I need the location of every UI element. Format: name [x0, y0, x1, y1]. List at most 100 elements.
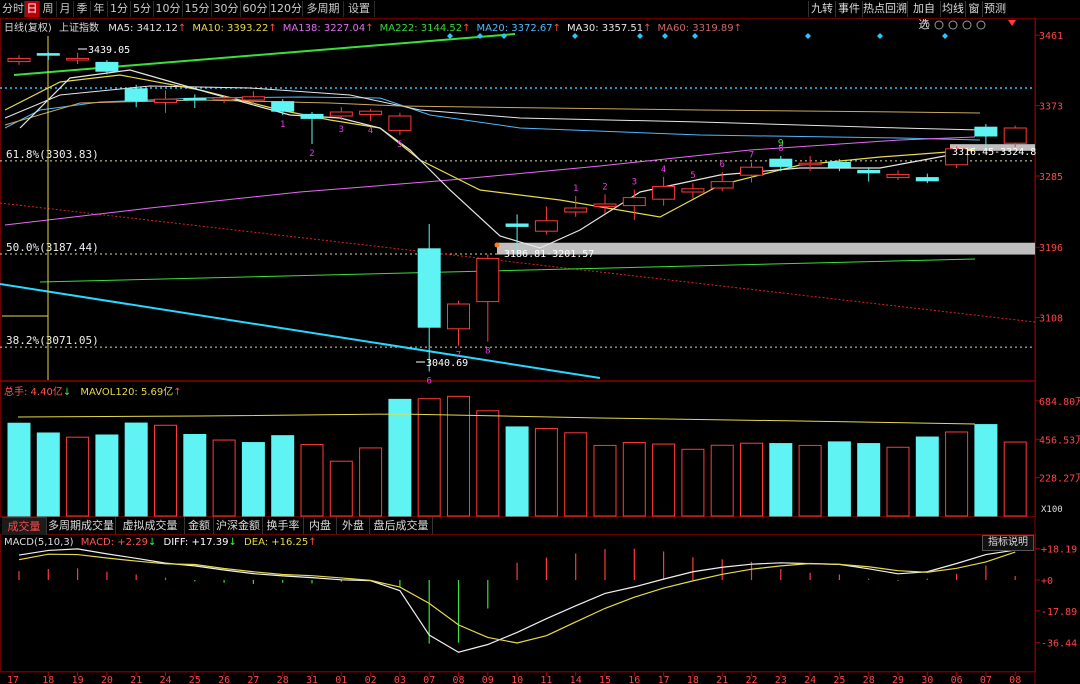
candle-body-0	[7, 57, 31, 63]
volume-bar-16	[476, 410, 500, 517]
macd-axis-label-0: +18.19	[1041, 545, 1077, 556]
date-label-26: 23	[775, 675, 787, 684]
date-label-21: 16	[628, 675, 640, 684]
candle-body-5	[154, 98, 177, 103]
volume-axis-label-2: 228.27万	[1039, 474, 1080, 485]
ma-arrow-0: ↑	[177, 23, 187, 34]
volume-bar-22	[652, 443, 676, 517]
ma-arrow-6: ↑	[733, 23, 742, 34]
date-label-28: 25	[833, 675, 845, 684]
dea-arrow: ↑	[308, 537, 317, 548]
volume-bar-4	[124, 422, 148, 517]
countup-label-1: 2	[602, 182, 607, 192]
volume-total: 总手: 4.40亿	[4, 387, 63, 398]
candle-body-18	[534, 220, 558, 232]
date-label-30: 29	[892, 675, 904, 684]
volume-bar-20	[593, 444, 617, 517]
low-annotation: 3040.69	[426, 358, 468, 369]
candle-body-22	[652, 185, 676, 200]
ma-label-3: MA222: 3144.52	[379, 23, 463, 34]
volume-bar-24	[710, 444, 734, 517]
indicator-tab-6[interactable]: 内盘	[304, 517, 337, 534]
date-label-13: 03	[394, 675, 406, 684]
candle-body-17	[505, 223, 529, 227]
date-label-23: 18	[687, 675, 699, 684]
countdown-label-7: 8	[485, 347, 490, 357]
indicator-tab-0[interactable]: 成交量	[2, 517, 47, 535]
date-label-32: 06	[951, 675, 963, 684]
indicator-help-button[interactable]: 指标说明	[982, 535, 1034, 551]
volume-axis-label-1: 456.53万	[1039, 435, 1080, 446]
hand-icon	[948, 20, 958, 30]
indicator-tab-3[interactable]: 金额	[185, 517, 214, 534]
candle-body-15	[447, 303, 470, 330]
gap-low-annotation: 3186.81-3201.57	[504, 249, 594, 260]
date-label-2: 19	[72, 675, 84, 684]
date-label-4: 21	[130, 675, 142, 684]
macd-arrow: ↓	[147, 537, 157, 548]
date-label-14: 07	[423, 675, 435, 684]
macd-legend: MACD(5,10,3) MACD: +2.29↓ DIFF: +17.39↓ …	[4, 537, 317, 548]
volume-bar-12	[359, 447, 383, 517]
volume-legend: 总手: 4.40亿↓ MAVOL120: 5.69亿↑	[4, 383, 182, 398]
date-label-27: 24	[804, 675, 816, 684]
macd-axis-label-2: -17.89	[1041, 607, 1077, 618]
event-diamond-7	[805, 33, 811, 39]
candle-body-7	[212, 97, 236, 100]
date-label-8: 27	[247, 675, 259, 684]
gap-high-annotation: 3316.45-3324.8	[952, 147, 1036, 158]
date-label-25: 22	[745, 675, 757, 684]
candle-body-12	[359, 110, 383, 115]
candle-body-2	[66, 57, 90, 61]
candle-body-3	[95, 61, 119, 72]
ma-arrow-1: ↑	[268, 23, 277, 34]
cursor-icon	[934, 20, 944, 30]
date-label-18: 11	[540, 675, 552, 684]
volume-bar-15	[447, 395, 470, 517]
date-label-12: 02	[365, 675, 377, 684]
volume-bar-31	[915, 436, 939, 517]
candle-body-10	[300, 113, 324, 119]
volume-bar-14	[417, 398, 441, 517]
date-label-29: 28	[863, 675, 875, 684]
macd-value: MACD: +2.29	[80, 537, 148, 548]
volume-bar-19	[564, 432, 588, 517]
candle-body-13	[388, 115, 412, 131]
date-label-22: 17	[658, 675, 670, 684]
candle-body-33	[974, 126, 998, 137]
ma-label-5: MA30: 3357.51	[567, 23, 644, 34]
mavol-label: MAVOL120: 5.69亿	[80, 387, 174, 398]
dropdown-arrow-icon	[1008, 20, 1016, 26]
date-label-20: 15	[599, 675, 611, 684]
candle-body-20	[593, 203, 617, 207]
dea-value: DEA: +16.25	[244, 537, 309, 548]
date-label-0: 17	[7, 675, 19, 684]
candle-body-27	[798, 162, 822, 166]
date-label-1: 18	[42, 675, 54, 684]
fib-label-1: 50.0%(3187.44)	[6, 241, 99, 254]
volume-bar-13	[388, 398, 412, 517]
countup-label-5: 6	[719, 160, 724, 170]
indicator-tab-4[interactable]: 沪深金额	[214, 517, 263, 534]
date-label-9: 28	[277, 675, 289, 684]
ma-label-6: MA60: 3319.89	[657, 23, 734, 34]
date-label-15: 08	[452, 675, 464, 684]
volume-bar-18	[534, 427, 558, 517]
countup-label-2: 3	[632, 178, 637, 188]
ma-arrow-3: ↑	[462, 23, 471, 34]
nine-turn-label: 9	[778, 138, 784, 149]
indicator-tab-1[interactable]: 多周期成交量	[47, 517, 116, 534]
volume-bar-26	[769, 443, 793, 517]
candle-body-30	[886, 173, 910, 179]
volume-bar-28	[827, 441, 851, 517]
date-label-31: 30	[921, 675, 933, 684]
indicator-tab-5[interactable]: 换手率	[263, 517, 304, 534]
indicator-tab-7[interactable]: 外盘	[337, 517, 370, 534]
date-label-24: 21	[716, 675, 728, 684]
volume-bar-21	[622, 442, 646, 517]
indicator-tab-8[interactable]: 盘后成交量	[370, 517, 433, 534]
indicator-tab-2[interactable]: 虚拟成交量	[116, 517, 185, 534]
volume-bar-7	[212, 439, 236, 517]
volume-bar-32	[945, 431, 969, 517]
date-label-5: 24	[159, 675, 171, 684]
